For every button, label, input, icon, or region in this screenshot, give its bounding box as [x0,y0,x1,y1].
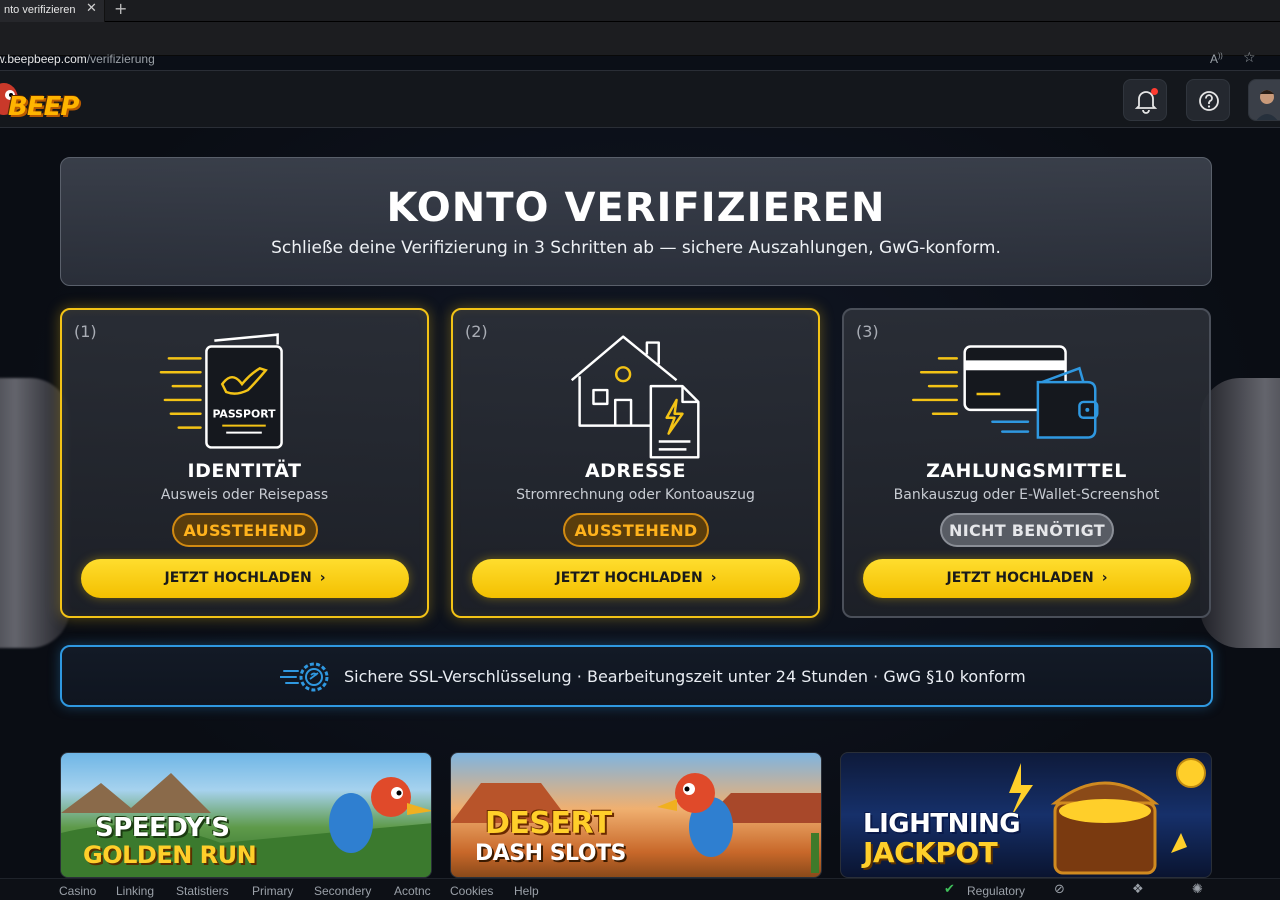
user-avatar-image [1249,80,1280,120]
footer-link[interactable]: Linking [116,884,154,898]
logo-text: BEEP [8,92,79,122]
check-icon: ✔ [944,882,955,897]
security-info-text: Sichere SSL-Verschlüsselung · Bearbeitun… [344,667,1026,686]
step-description: Ausweis oder Reisepass [160,487,329,503]
status-badge: AUSSTEHEND [563,513,709,547]
game-title-line2: JACKPOT [863,836,998,869]
status-badge: NICHT BENÖTIGT [940,513,1114,547]
upload-payment-button[interactable]: JETZT HOCHLADEN › [863,559,1191,598]
game-tile-speedys-golden-run[interactable]: SPEEDY'S GOLDEN RUN [60,752,432,878]
game-tile-lightning-jackpot[interactable]: LIGHTNING JACKPOT [840,752,1212,878]
step-card-address: (2) ADRESSE Stromrechnung oder Kontoausz… [451,308,820,618]
avatar[interactable] [1248,79,1280,121]
game-title-line2: GOLDEN RUN [83,841,257,869]
house-icon [570,335,700,459]
card-wallet-icon [912,345,1099,439]
notification-dot [1151,88,1158,95]
bell-icon [1134,91,1158,114]
footer-link[interactable]: Acotnc [394,884,431,898]
close-icon[interactable]: ✕ [86,1,97,16]
responsible-gaming-icon: ⊘ [1054,882,1065,897]
chevron-right-icon: › [319,570,326,586]
footer-link[interactable]: Statistiers [176,884,229,898]
read-aloud-icon[interactable]: A)) [1210,52,1223,66]
page-subtitle: Schließe deine Verifizierung in 3 Schrit… [271,238,1001,258]
upload-button-label: JETZT HOCHLADEN [946,570,1094,586]
footer-link[interactable]: Help [514,884,539,898]
globe-icon: ✺ [1192,882,1203,897]
help-icon [1199,91,1219,111]
upload-identity-button[interactable]: JETZT HOCHLADEN › [81,559,409,598]
upload-button-label: JETZT HOCHLADEN [164,570,312,586]
star-icon[interactable]: ☆ [1243,50,1256,66]
url-path: /verifizierung [86,52,155,66]
upload-button-label: JETZT HOCHLADEN [555,570,703,586]
passport-icon: PASSPORT [159,333,283,449]
step-card-identity: (1) PASSPORT IDENTITÄT Ausweis oder Reis… [60,308,429,618]
footer-link[interactable]: Casino [59,884,96,898]
help-button[interactable] [1186,79,1230,121]
upload-address-button[interactable]: JETZT HOCHLADEN › [472,559,800,598]
chevron-right-icon: › [1101,570,1108,586]
shield-gear-icon [280,662,329,692]
url-host: w.beepbeep.com [0,52,87,66]
tab-title: nto verifizieren [4,4,76,16]
step-card-payment: (3) ZAHLUNGSMITTEL Bankauszug oder E-Wal… [842,308,1211,618]
chevron-right-icon: › [710,570,717,586]
step-title: ADRESSE [584,460,687,482]
security-info-bar: Sichere SSL-Verschlüsselung · Bearbeitun… [60,645,1213,707]
step-title: ZAHLUNGSMITTEL [926,460,1127,482]
logo[interactable]: BEEP [0,83,96,123]
footer-link[interactable]: Primary [252,884,293,898]
slot-machine-right-decoration [1200,378,1280,648]
step-description: Bankauszug oder E-Wallet-Screenshot [893,487,1160,503]
hero-banner: KONTO VERIFIZIEREN Schließe deine Verifi… [60,157,1212,286]
game-title-line1: SPEEDY'S [95,813,230,843]
game-title-line2: DASH SLOTS [475,841,626,866]
step-description: Stromrechnung oder Kontoauszug [516,487,755,503]
url-text[interactable]: w.beepbeep.com/verifizierung [0,52,155,70]
footer-link[interactable]: Cookies [450,884,493,898]
site-footer: Casino Linking Statistiers Primary Secon… [0,878,1280,900]
game-tile-desert-dash-slots[interactable]: DESERT DASH SLOTS [450,752,822,878]
new-tab-icon[interactable]: + [114,0,127,18]
browser-tabbar: nto verifizieren ✕ + [0,0,1280,22]
browser-tab[interactable]: nto verifizieren ✕ [0,0,105,22]
page-title: KONTO VERIFIZIEREN [386,185,886,231]
status-badge: AUSSTEHEND [172,513,318,547]
footer-link[interactable]: Secondery [314,884,371,898]
address-bar[interactable]: w.beepbeep.com/verifizierung A)) ☆ [0,22,1280,66]
partner-logo-icon: ❖ [1132,882,1144,897]
footer-regulatory-link[interactable]: Regulatory [967,884,1025,898]
step-title: IDENTITÄT [187,460,302,482]
game-title-line1: LIGHTNING [863,809,1021,839]
notifications-button[interactable] [1123,79,1167,121]
game-title-line1: DESERT [485,806,612,841]
passport-label: PASSPORT [212,408,276,421]
site-header: BEEP [0,70,1280,128]
